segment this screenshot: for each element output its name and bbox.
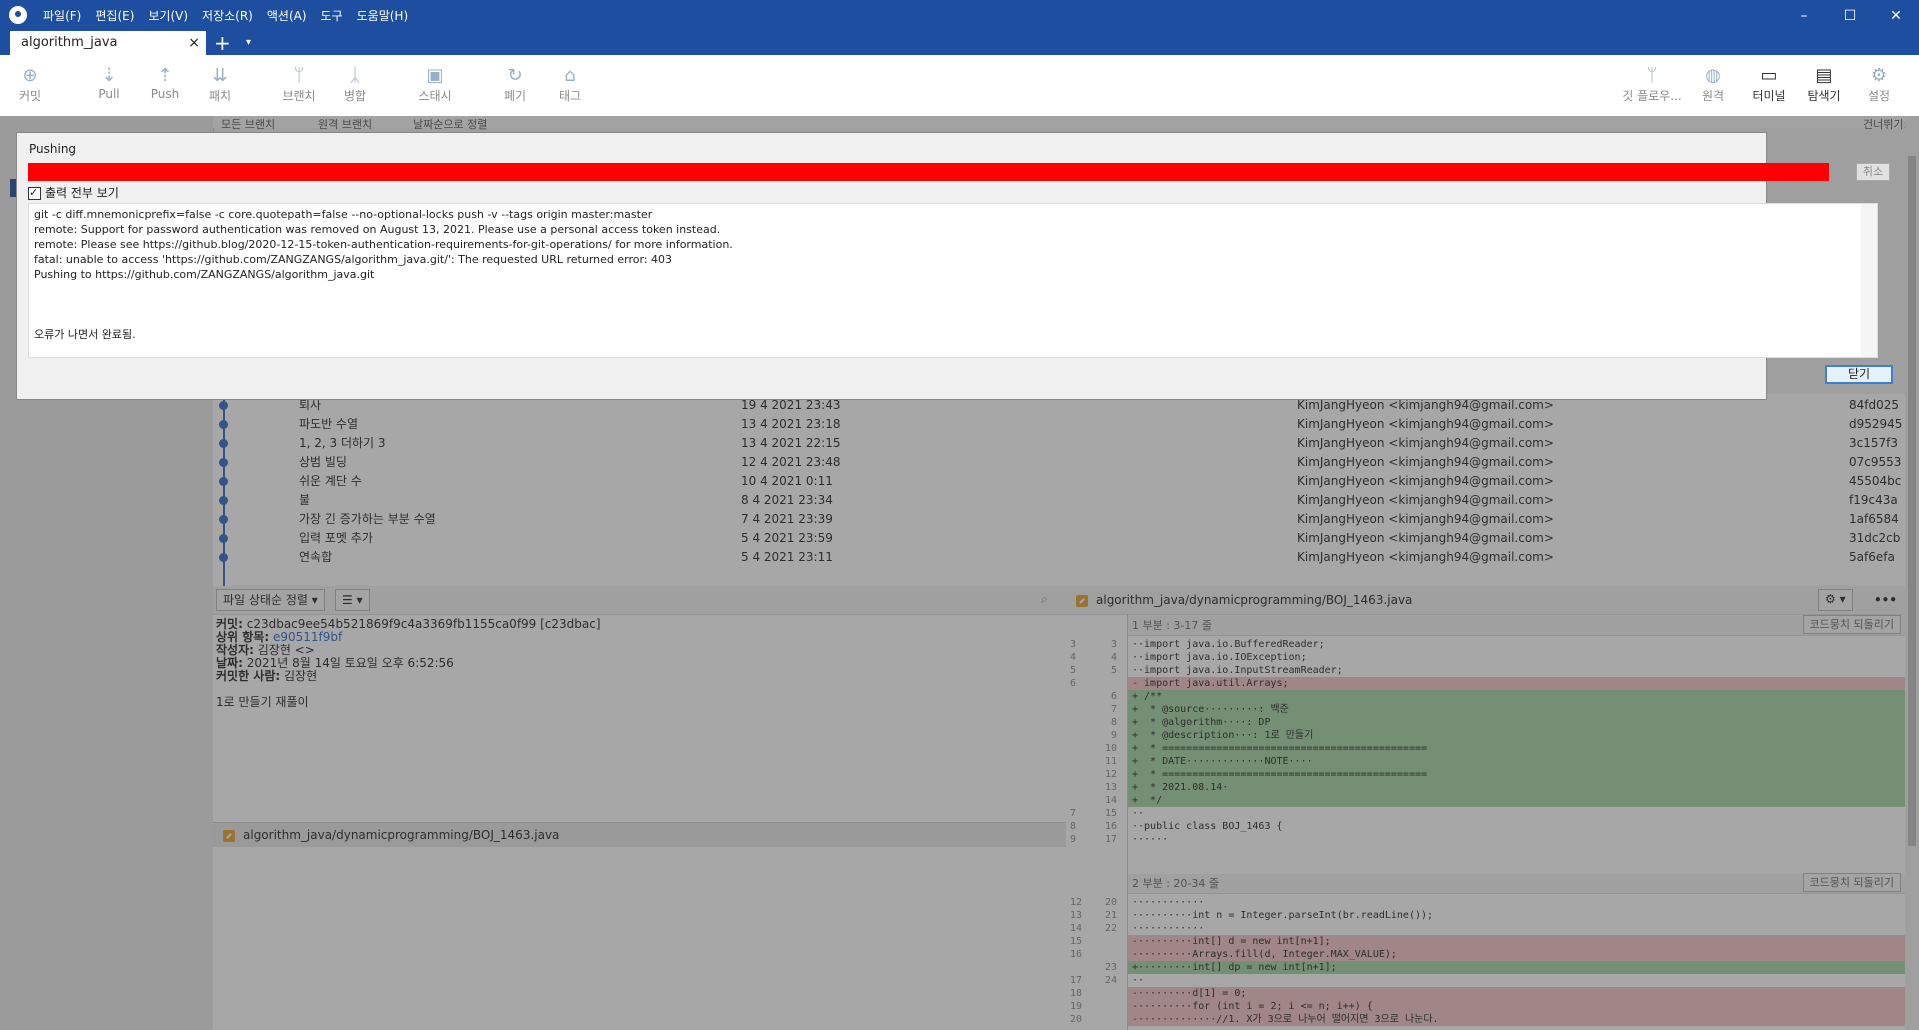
gear-icon: ⚙ xyxy=(1870,65,1888,86)
explorer-label: 탐색기 xyxy=(1807,89,1841,103)
stash-button[interactable]: ▣ 스태시 xyxy=(405,65,465,104)
close-window-button[interactable]: ✕ xyxy=(1873,0,1919,31)
tab-dropdown-icon[interactable]: ▾ xyxy=(246,31,251,55)
tag-button[interactable]: ⌂ 태그 xyxy=(540,65,600,104)
tag-label: 태그 xyxy=(558,89,582,103)
terminal-button[interactable]: ▭ 터미널 xyxy=(1739,65,1799,104)
menu-edit[interactable]: 편집(E) xyxy=(95,7,134,24)
remote-label: 원격 xyxy=(1701,89,1725,103)
output-log: git -c diff.mnemonicprefix=false -c core… xyxy=(28,203,1878,358)
show-full-output-label: 출력 전부 보기 xyxy=(45,186,119,200)
tab-title: algorithm_java xyxy=(21,35,118,50)
output-line: remote: Support for password authenticat… xyxy=(34,223,721,236)
menu-help[interactable]: 도움말(H) xyxy=(357,7,409,24)
output-scrollbar[interactable] xyxy=(1861,204,1877,357)
toolbar: ⊕ 커밋 ⇣ Pull ⇡ Push ⇊ 패치 ᛘ 브랜치 ᛣ 병합 ▣ 스태시 ↻ 폐기 ⌂ 태… xyxy=(0,55,1919,117)
branch-label: 브랜치 xyxy=(282,89,316,103)
stash-label: 스태시 xyxy=(418,89,452,103)
merge-icon: ᛣ xyxy=(349,65,361,86)
branch-icon: ᛘ xyxy=(293,65,305,86)
remote-button[interactable]: ◍ 원격 xyxy=(1683,65,1743,104)
discard-label: 폐기 xyxy=(503,89,527,103)
settings-label: 설정 xyxy=(1867,89,1891,103)
explorer-button[interactable]: ▤ 탐색기 xyxy=(1794,65,1854,104)
menu-repository[interactable]: 저장소(R) xyxy=(202,7,253,24)
git-flow-icon: ᛘ xyxy=(1646,65,1658,86)
fetch-label: 패치 xyxy=(208,89,232,103)
commit-button[interactable]: ⊕ 커밋 xyxy=(0,65,60,104)
new-tab-button[interactable]: + xyxy=(214,31,231,55)
tab-repository[interactable]: algorithm_java × xyxy=(10,31,206,55)
tag-icon: ⌂ xyxy=(564,65,576,86)
branch-button[interactable]: ᛘ 브랜치 xyxy=(269,65,329,104)
output-line: remote: Please see https://github.blog/2… xyxy=(34,238,733,251)
menu-tools[interactable]: 도구 xyxy=(321,7,343,24)
output-line: Pushing to https://github.com/ZANGZANGS/… xyxy=(34,268,375,281)
discard-icon: ↻ xyxy=(507,65,523,86)
plus-circle-icon: ⊕ xyxy=(22,65,38,86)
pull-button[interactable]: ⇣ Pull xyxy=(79,65,139,101)
menu-file[interactable]: 파일(F) xyxy=(43,7,81,24)
terminal-icon: ▭ xyxy=(1760,65,1778,86)
output-line: fatal: unable to access 'https://github.… xyxy=(34,253,673,266)
terminal-label: 터미널 xyxy=(1752,89,1786,103)
push-icon: ⇡ xyxy=(157,65,173,86)
tab-close-icon[interactable]: × xyxy=(188,31,200,55)
settings-button[interactable]: ⚙ 설정 xyxy=(1849,65,1909,104)
menu-bar: 파일(F) 편집(E) 보기(V) 저장소(R) 액션(A) 도구 도움말(H) xyxy=(43,7,408,24)
close-button[interactable]: 닫기 xyxy=(1825,365,1893,384)
merge-label: 병합 xyxy=(343,89,367,103)
menu-view[interactable]: 보기(V) xyxy=(148,7,188,24)
cancel-button[interactable]: 취소 xyxy=(1856,163,1890,181)
menu-actions[interactable]: 액션(A) xyxy=(267,7,307,24)
minimize-button[interactable]: – xyxy=(1781,0,1827,31)
git-flow-label: 깃 플로우... xyxy=(1622,89,1682,103)
merge-button[interactable]: ᛣ 병합 xyxy=(325,65,385,104)
git-flow-button[interactable]: ᛘ 깃 플로우... xyxy=(1617,65,1687,104)
sourcetree-logo-icon xyxy=(9,6,27,24)
output-line: git -c diff.mnemonicprefix=false -c core… xyxy=(34,208,653,221)
fetch-icon: ⇊ xyxy=(212,65,228,86)
stash-icon: ▣ xyxy=(426,65,444,86)
discard-button[interactable]: ↻ 폐기 xyxy=(485,65,545,104)
globe-icon: ◍ xyxy=(1705,65,1721,86)
maximize-button[interactable]: ☐ xyxy=(1827,0,1873,31)
tab-strip: algorithm_java × + ▾ xyxy=(0,31,1919,55)
window-controls: – ☐ ✕ xyxy=(1781,0,1919,31)
checkbox-checked-icon xyxy=(28,184,41,202)
push-button[interactable]: ⇡ Push xyxy=(135,65,195,101)
push-progress-dialog: Pushing 취소 출력 전부 보기 git -c diff.mnemonic… xyxy=(16,132,1893,400)
show-full-output-checkbox[interactable]: 출력 전부 보기 xyxy=(28,184,119,202)
push-label: Push xyxy=(150,87,180,101)
dialog-title: Pushing xyxy=(29,142,77,156)
progress-bar xyxy=(28,163,1829,181)
folder-icon: ▤ xyxy=(1815,65,1833,86)
status-message: 오류가 나면서 완료됨. xyxy=(34,328,136,341)
pull-label: Pull xyxy=(98,87,120,101)
commit-label: 커밋 xyxy=(18,89,42,103)
title-bar: 파일(F) 편집(E) 보기(V) 저장소(R) 액션(A) 도구 도움말(H)… xyxy=(0,0,1919,31)
pull-icon: ⇣ xyxy=(101,65,117,86)
fetch-button[interactable]: ⇊ 패치 xyxy=(190,65,250,104)
